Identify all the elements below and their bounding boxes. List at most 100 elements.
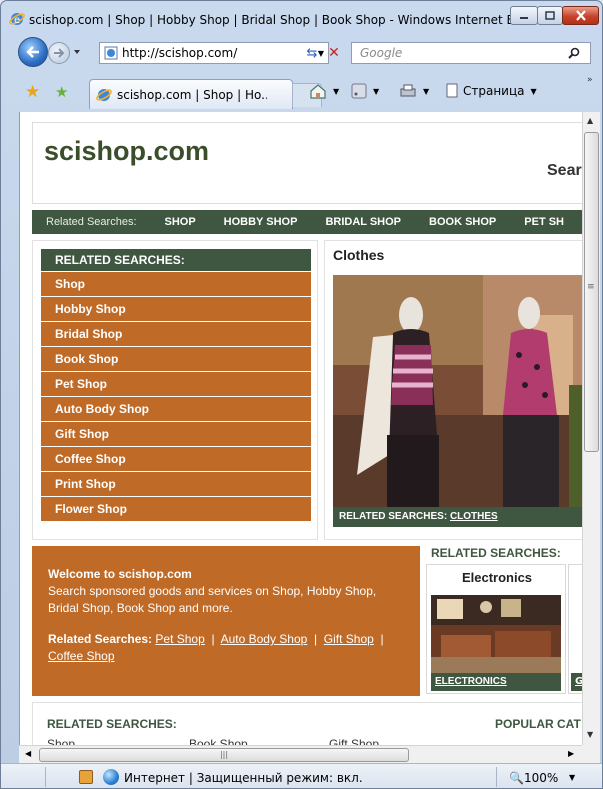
electronics-caption-link[interactable]: ELECTRONICS <box>431 673 561 691</box>
bar-link-book-shop[interactable]: BOOK SHOP <box>429 216 496 228</box>
related-searches-heading-3: RELATED SEARCHES: <box>47 717 177 731</box>
status-bar: Интернет | Защищенный режим: вкл. 🔍100% … <box>1 763 602 788</box>
clothes-caption-label: RELATED SEARCHES: <box>339 511 448 522</box>
tab-active[interactable]: scishop.com | Shop | Ho... <box>89 79 293 109</box>
next-card-partial[interactable]: G <box>568 564 582 694</box>
home-button[interactable]: ▼ <box>309 81 339 101</box>
list-item[interactable]: Hobby Shop <box>41 297 311 321</box>
page-menu-button[interactable]: Страница ▼ <box>444 81 537 101</box>
related-searches-panel: RELATED SEARCHES: Shop Hobby Shop Bridal… <box>32 240 318 540</box>
protected-mode-icon[interactable] <box>79 770 93 784</box>
clothes-caption-link[interactable]: CLOTHES <box>450 511 498 522</box>
page-viewport: scishop.com Sear Related Searches: SHOP … <box>19 112 582 745</box>
clothes-title[interactable]: Clothes <box>333 247 384 263</box>
status-divider <box>496 767 497 787</box>
close-icon <box>575 10 586 21</box>
welcome-link-coffee-shop[interactable]: Coffee Shop <box>48 649 115 663</box>
clothes-photo[interactable] <box>333 275 582 507</box>
welcome-box: Welcome to scishop.com Search sponsored … <box>32 546 420 696</box>
feeds-button[interactable]: ▼ <box>351 81 379 101</box>
add-favorites-icon[interactable]: ★ <box>55 83 73 101</box>
bottom-related-section: RELATED SEARCHES: POPULAR CAT Shop Book … <box>32 702 582 745</box>
svg-text:e: e <box>14 15 20 26</box>
maximize-icon <box>545 11 555 20</box>
address-field[interactable]: http://scishop.com/ ▼ <box>99 42 329 64</box>
list-item[interactable]: Coffee Shop <box>41 447 311 471</box>
refresh-icon: ⇆ <box>306 45 318 61</box>
stop-button[interactable]: ✕ <box>323 42 345 64</box>
separator: | <box>314 632 318 646</box>
electronics-card[interactable]: Electronics ELECTRONICS <box>426 564 566 694</box>
recent-pages-dropdown-icon[interactable] <box>73 47 81 57</box>
address-text[interactable]: http://scishop.com/ <box>122 46 314 60</box>
favorites-star-icon[interactable]: ★ <box>25 83 43 101</box>
bar-link-shop[interactable]: SHOP <box>164 216 195 228</box>
list-item[interactable]: Flower Shop <box>41 497 311 521</box>
print-button[interactable]: ▼ <box>399 81 429 101</box>
electronics-title[interactable]: Electronics <box>427 570 567 585</box>
refresh-button[interactable]: ⇆ <box>301 42 323 64</box>
clothes-panel: Clothes RELATED SEARCHES: CLOTHES <box>324 240 582 540</box>
separator: | <box>211 632 215 646</box>
vertical-scrollbar[interactable]: ▲ ≡ ▼ <box>582 112 600 745</box>
list-item[interactable]: Print Shop <box>41 472 311 496</box>
search-button[interactable] <box>560 47 590 59</box>
stop-icon: ✕ <box>328 45 340 61</box>
zoom-value: 100% <box>523 771 559 785</box>
next-card-caption-link[interactable]: G <box>571 673 582 691</box>
bottom-link-shop[interactable]: Shop <box>47 737 75 745</box>
bar-link-hobby-shop[interactable]: HOBBY SHOP <box>224 216 298 228</box>
list-item[interactable]: Bridal Shop <box>41 322 311 346</box>
tab-title: scishop.com | Shop | Ho... <box>117 87 267 102</box>
living-room-image <box>431 595 561 673</box>
scroll-down-arrow-icon[interactable]: ▼ <box>587 730 593 739</box>
welcome-body: Search sponsored goods and services on S… <box>48 584 377 615</box>
welcome-link-pet-shop[interactable]: Pet Shop <box>155 632 204 646</box>
internet-zone-globe-icon[interactable] <box>103 769 119 785</box>
zoom-level[interactable]: 🔍100% <box>509 771 558 785</box>
bar-link-bridal-shop[interactable]: BRIDAL SHOP <box>325 216 401 228</box>
browser-window: e scishop.com | Shop | Hobby Shop | Brid… <box>0 0 603 789</box>
page-icon <box>446 83 458 98</box>
home-icon <box>310 84 326 99</box>
title-bar: e scishop.com | Shop | Hobby Shop | Brid… <box>1 1 602 35</box>
welcome-link-gift-shop[interactable]: Gift Shop <box>324 632 374 646</box>
zoom-dropdown-icon[interactable]: ▼ <box>569 773 575 782</box>
welcome-related-searches: Related Searches: Pet Shop | Auto Body S… <box>48 631 404 665</box>
more-tools-chevron-icon[interactable]: » <box>587 75 593 85</box>
zoom-icon: 🔍 <box>509 771 524 785</box>
scroll-grip-icon: ≡ <box>587 282 595 292</box>
list-item[interactable]: Auto Body Shop <box>41 397 311 421</box>
scroll-left-arrow-icon[interactable]: ◀ <box>25 749 31 758</box>
related-searches-bar: Related Searches: SHOP HOBBY SHOP BRIDAL… <box>32 210 582 234</box>
list-item[interactable]: Pet Shop <box>41 372 311 396</box>
list-item[interactable]: Shop <box>41 272 311 296</box>
scroll-right-arrow-icon[interactable]: ▶ <box>568 749 574 758</box>
search-box[interactable]: Google <box>351 42 591 64</box>
list-item[interactable]: Gift Shop <box>41 422 311 446</box>
site-logo[interactable]: scishop.com <box>44 136 209 167</box>
list-item[interactable]: Book Shop <box>41 347 311 371</box>
bottom-link-book-shop[interactable]: Book Shop <box>189 737 248 745</box>
bottom-link-gift-shop[interactable]: Gift Shop <box>329 737 379 745</box>
minimize-button[interactable] <box>510 6 538 25</box>
forward-button[interactable] <box>48 42 70 64</box>
back-button[interactable] <box>18 37 48 67</box>
status-text[interactable]: Интернет | Защищенный режим: вкл. <box>124 771 363 785</box>
close-button[interactable] <box>562 6 599 25</box>
mannequins-image <box>333 275 582 507</box>
horizontal-scroll-thumb[interactable]: ||| <box>39 748 409 762</box>
search-input[interactable]: Google <box>360 46 560 60</box>
minimize-icon <box>520 16 528 19</box>
rss-icon <box>351 83 367 99</box>
maximize-button[interactable] <box>537 6 563 25</box>
horizontal-scrollbar[interactable]: ◀ ||| ▶ <box>19 745 582 763</box>
electronics-photo[interactable] <box>431 595 561 673</box>
vertical-scroll-thumb[interactable] <box>584 132 599 452</box>
command-bar: ★ ★ scishop.com | Shop | Ho... ▼ ▼ ▼ Стр… <box>1 71 602 111</box>
scroll-up-arrow-icon[interactable]: ▲ <box>587 116 593 125</box>
scrollbar-corner <box>582 745 600 763</box>
separator: | <box>380 632 384 646</box>
bar-link-pet-shop[interactable]: PET SH <box>524 216 564 228</box>
welcome-link-auto-body-shop[interactable]: Auto Body Shop <box>221 632 308 646</box>
